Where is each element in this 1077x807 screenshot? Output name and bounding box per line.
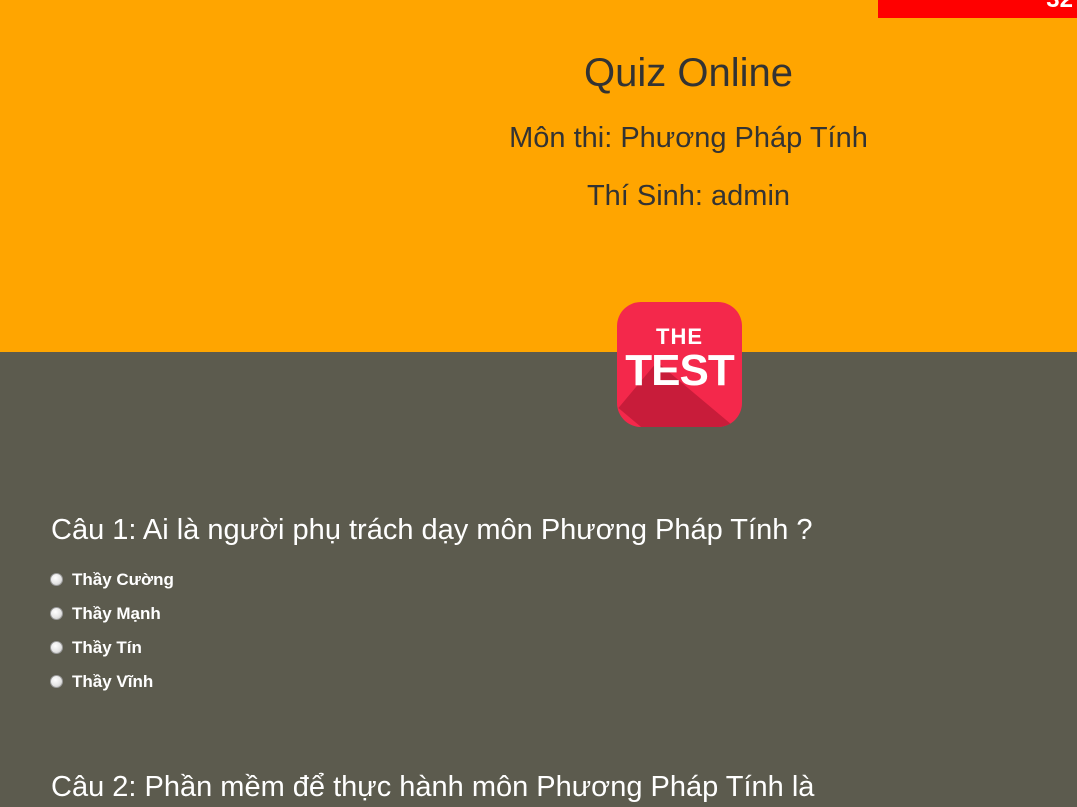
the-test-logo: THE TEST bbox=[617, 302, 742, 427]
question-1-text: Câu 1: Ai là người phụ trách dạy môn Phư… bbox=[51, 514, 813, 546]
question-2-text: Câu 2: Phần mềm để thực hành môn Phương … bbox=[51, 771, 815, 803]
radio-button[interactable] bbox=[50, 674, 63, 688]
question-1-options: Thầy Cường Thầy Mạnh Thầy Tín Thầy Vĩnh bbox=[50, 563, 174, 699]
option-label: Thầy Cường bbox=[72, 570, 174, 589]
radio-button[interactable] bbox=[50, 640, 63, 654]
option-thay-tin[interactable]: Thầy Tín bbox=[50, 631, 174, 665]
header-banner: 32 Quiz Online Môn thi: Phương Pháp Tính… bbox=[0, 0, 1077, 352]
timer-value: 32 bbox=[1046, 0, 1073, 12]
option-label: Thầy Mạnh bbox=[72, 604, 161, 623]
logo-text-test: TEST bbox=[625, 346, 734, 395]
option-label: Thầy Tín bbox=[72, 638, 142, 657]
countdown-timer: 32 bbox=[878, 0, 1077, 18]
page-title: Quiz Online bbox=[584, 51, 793, 95]
option-thay-manh[interactable]: Thầy Mạnh bbox=[50, 597, 174, 631]
option-thay-cuong[interactable]: Thầy Cường bbox=[50, 563, 174, 597]
radio-button[interactable] bbox=[50, 572, 63, 586]
subject-label: Môn thi: Phương Pháp Tính bbox=[509, 122, 868, 154]
radio-button[interactable] bbox=[50, 606, 63, 620]
quiz-page: 32 Quiz Online Môn thi: Phương Pháp Tính… bbox=[0, 0, 1077, 807]
candidate-label: Thí Sinh: admin bbox=[586, 180, 791, 212]
option-thay-vinh[interactable]: Thầy Vĩnh bbox=[50, 665, 174, 699]
option-label: Thầy Vĩnh bbox=[72, 672, 154, 691]
